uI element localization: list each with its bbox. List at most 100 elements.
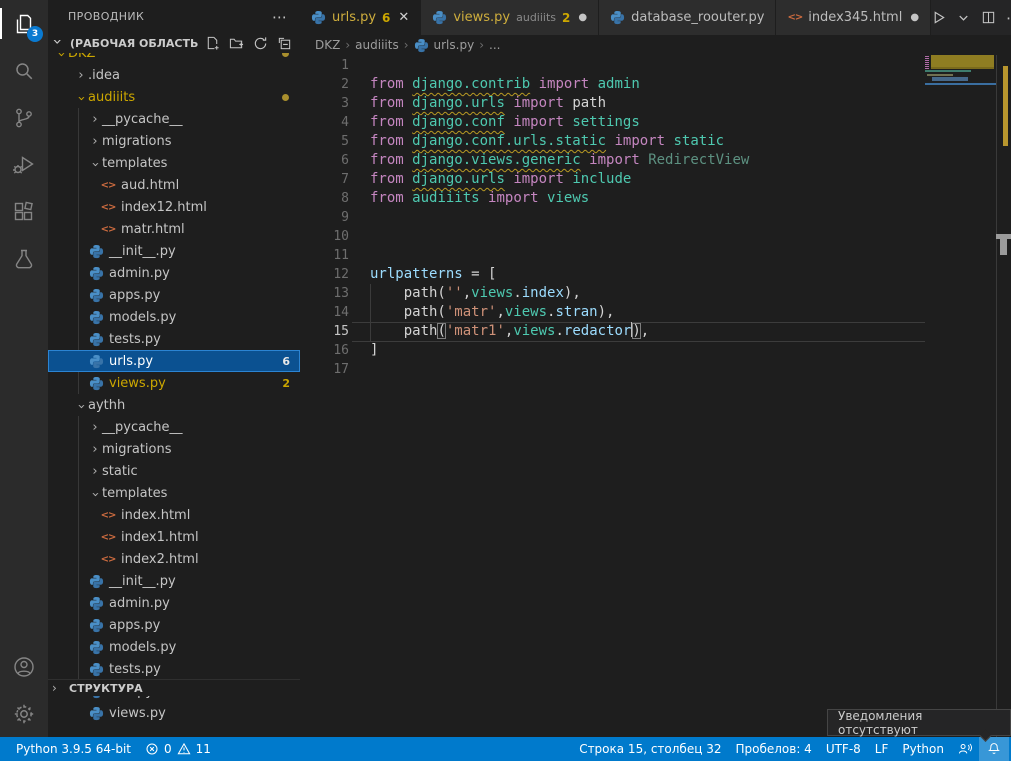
status-indentation[interactable]: Пробелов: 4 (728, 737, 818, 761)
breadcrumb-item-dkz[interactable]: DKZ (315, 38, 340, 52)
tree-item-matr-html[interactable]: <>matr.html (48, 218, 300, 240)
code-line[interactable]: from django.conf.urls.static import stat… (370, 132, 749, 151)
status-encoding[interactable]: UTF-8 (819, 737, 868, 761)
tree-item-apps-py[interactable]: apps.py (48, 284, 300, 306)
breadcrumb-item-urls-py[interactable]: urls.py (434, 38, 475, 52)
tree-item-views-py[interactable]: views.py2 (48, 372, 300, 394)
tree-item-index-html[interactable]: <>index.html (48, 504, 300, 526)
tab-index345-html[interactable]: <>index345.html● (776, 0, 931, 35)
tree-item-tests-py[interactable]: tests.py (48, 328, 300, 350)
status-feedback[interactable] (951, 737, 979, 761)
code-line[interactable]: from django.views.generic import Redirec… (370, 151, 749, 170)
code-line[interactable]: from django.conf import settings (370, 113, 749, 132)
more-actions[interactable]: ⋯ (1006, 9, 1011, 27)
tree-item-views-py[interactable]: views.py (48, 702, 300, 724)
breadcrumb-item-audiiits[interactable]: audiiits (355, 38, 399, 52)
activity-item-explorer[interactable]: 3 (0, 0, 48, 47)
split-editor-button[interactable] (981, 10, 996, 25)
status-eol[interactable]: LF (868, 737, 896, 761)
code-line[interactable]: path('matr',views.stran), (370, 303, 749, 322)
new-folder-icon[interactable] (229, 36, 244, 51)
activity-item-testing[interactable] (0, 235, 48, 282)
tree-item-pycache[interactable]: ›__pycache__ (48, 416, 300, 438)
code-line[interactable]: from django.urls import path (370, 94, 749, 113)
activity-item-accounts[interactable] (0, 643, 48, 690)
line-number[interactable]: 10 (300, 227, 349, 246)
run-dropdown[interactable] (956, 10, 971, 25)
tree-item-models-py[interactable]: models.py (48, 636, 300, 658)
editor-scrollbar[interactable] (996, 55, 1011, 737)
minimap[interactable] (925, 55, 997, 715)
code-line[interactable]: urlpatterns = [ (370, 265, 749, 284)
tree-item-tests-py[interactable]: tests.py (48, 658, 300, 680)
run-button[interactable] (931, 10, 946, 25)
tree-item-init-py[interactable]: __init__.py (48, 570, 300, 592)
tree-item-urls-py[interactable]: urls.py6 (48, 350, 300, 372)
line-number[interactable]: 17 (300, 360, 349, 379)
outline-section-header[interactable]: › СТРУКТУРА (48, 679, 300, 696)
tree-item-pycache[interactable]: ›__pycache__ (48, 108, 300, 130)
line-number[interactable]: 15 (300, 322, 349, 341)
line-number[interactable]: 11 (300, 246, 349, 265)
tree-item-templates[interactable]: ›templates (48, 152, 300, 174)
tree-item-audiiits[interactable]: ›audiiits (48, 86, 300, 108)
line-number[interactable]: 16 (300, 341, 349, 360)
code-line[interactable]: path('',views.index), (370, 284, 749, 303)
line-number[interactable]: 1 (300, 56, 349, 75)
activity-item-search[interactable] (0, 47, 48, 94)
tree-item-admin-py[interactable]: admin.py (48, 592, 300, 614)
activity-item-extensions[interactable] (0, 188, 48, 235)
tab-views-py[interactable]: views.pyaudiiits2● (421, 0, 599, 35)
status-problems[interactable]: 011 (138, 737, 218, 761)
sidebar-more-icon[interactable]: ⋯ (272, 8, 288, 26)
tree-item-idea[interactable]: ›.idea (48, 64, 300, 86)
tree-item-migrations[interactable]: ›migrations (48, 438, 300, 460)
line-number[interactable]: 3 (300, 94, 349, 113)
tree-item-aythh[interactable]: ›aythh (48, 394, 300, 416)
tree-item-templates[interactable]: ›templates (48, 482, 300, 504)
tab-urls-py[interactable]: urls.py6✕ (300, 0, 421, 35)
code-line[interactable] (370, 246, 749, 265)
new-file-icon[interactable] (205, 36, 220, 51)
tree-item-index2-html[interactable]: <>index2.html (48, 548, 300, 570)
code-line[interactable]: from django.urls import include (370, 170, 749, 189)
modified-dot-icon[interactable]: ● (910, 12, 919, 23)
line-number[interactable]: 12 (300, 265, 349, 284)
refresh-icon[interactable] (253, 36, 268, 51)
code-line[interactable] (370, 360, 749, 379)
tree-item-init-py[interactable]: __init__.py (48, 240, 300, 262)
activity-item-source-control[interactable] (0, 94, 48, 141)
line-number[interactable]: 8 (300, 189, 349, 208)
collapse-icon[interactable] (277, 36, 292, 51)
line-number[interactable]: 4 (300, 113, 349, 132)
status-language-mode[interactable]: Python (895, 737, 951, 761)
code-editor[interactable]: 1234567891011121314151617 from django.co… (300, 55, 1011, 737)
tab-database-roouter-py[interactable]: database_roouter.py (599, 0, 776, 35)
line-number[interactable]: 13 (300, 284, 349, 303)
code-line[interactable] (370, 227, 749, 246)
code-line[interactable]: from django.contrib import admin (370, 75, 749, 94)
code-line[interactable]: from audiiits import views (370, 189, 749, 208)
line-number[interactable]: 14 (300, 303, 349, 322)
close-icon[interactable]: ✕ (398, 10, 409, 25)
tree-item-migrations[interactable]: ›migrations (48, 130, 300, 152)
tree-item-admin-py[interactable]: admin.py (48, 262, 300, 284)
line-number[interactable]: 9 (300, 208, 349, 227)
status-cursor-position[interactable]: Строка 15, столбец 32 (572, 737, 728, 761)
tree-item-index12-html[interactable]: <>index12.html (48, 196, 300, 218)
code-line[interactable] (370, 56, 749, 75)
line-number[interactable]: 2 (300, 75, 349, 94)
activity-item-run-and-debug[interactable] (0, 141, 48, 188)
line-number[interactable]: 5 (300, 132, 349, 151)
tree-item-models-py[interactable]: models.py (48, 306, 300, 328)
code-line[interactable]: path('matr1',views.redactor), (370, 322, 749, 341)
line-number[interactable]: 6 (300, 151, 349, 170)
code-line[interactable]: ] (370, 341, 749, 360)
workspace-section-header[interactable]: › (РАБОЧАЯ ОБЛАСТЬ) ... (48, 33, 300, 53)
modified-dot-icon[interactable]: ● (578, 12, 587, 23)
breadcrumb-item-[interactable]: ... (489, 38, 500, 52)
tree-item-static[interactable]: ›static (48, 460, 300, 482)
activity-item-settings[interactable] (0, 690, 48, 737)
tree-item-index1-html[interactable]: <>index1.html (48, 526, 300, 548)
tree-item-apps-py[interactable]: apps.py (48, 614, 300, 636)
